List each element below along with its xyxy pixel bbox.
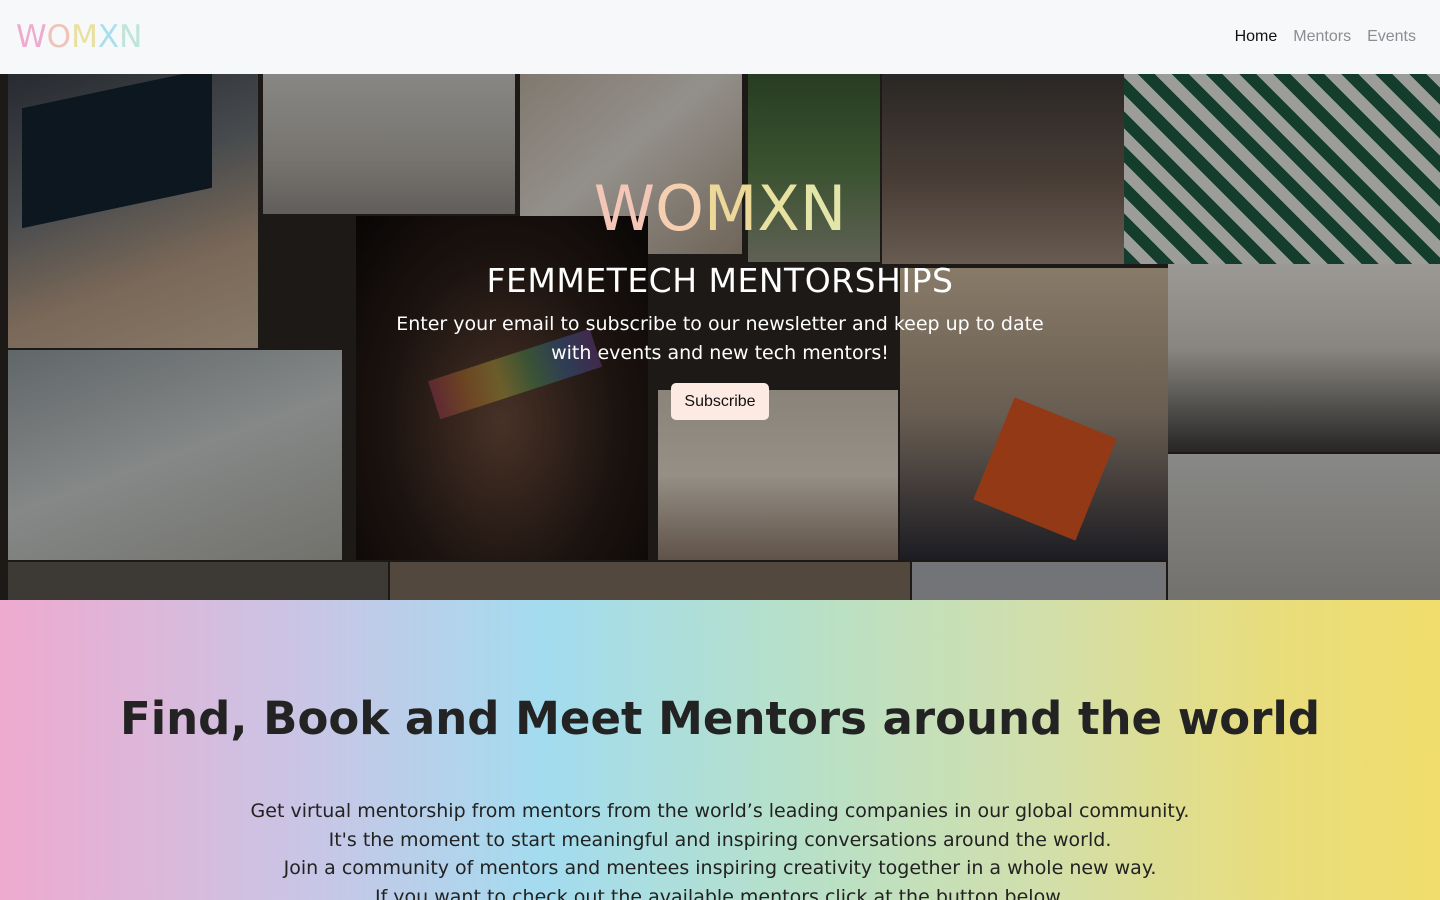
find-line: Join a community of mentors and mentees … <box>283 857 1157 879</box>
brand-logo[interactable]: WOMXN <box>16 18 143 55</box>
nav-link-home[interactable]: Home <box>1235 28 1278 46</box>
hero-description: Enter your email to subscribe to our new… <box>396 313 1044 364</box>
nav-link-mentors[interactable]: Mentors <box>1293 28 1351 46</box>
find-body: Get virtual mentorship from mentors from… <box>0 797 1440 900</box>
nav-links: Home Mentors Events <box>1235 28 1416 46</box>
subscribe-button[interactable]: Subscribe <box>671 383 769 420</box>
brand-letter: O <box>46 18 72 55</box>
hero-logo-letter: W <box>593 172 656 245</box>
hero-logo-letter: X <box>757 172 800 245</box>
hero-section: WOMXN FEMMETECH MENTORSHIPS Enter your e… <box>0 74 1440 600</box>
brand-letter: N <box>119 18 143 55</box>
brand-letter: M <box>71 18 98 55</box>
hero-logo-letter: N <box>799 172 847 245</box>
brand-letter: X <box>97 18 120 55</box>
find-mentors-section: Find, Book and Meet Mentors around the w… <box>0 600 1440 900</box>
hero-logo: WOMXN <box>0 178 1440 240</box>
find-line: Get virtual mentorship from mentors from… <box>250 800 1190 822</box>
hero-logo-letter: O <box>655 172 704 245</box>
find-title: Find, Book and Meet Mentors around the w… <box>119 692 1321 745</box>
nav-link-events[interactable]: Events <box>1367 28 1416 46</box>
hero-logo-letter: M <box>703 172 758 245</box>
hero-content: WOMXN FEMMETECH MENTORSHIPS Enter your e… <box>0 74 1440 600</box>
find-line: It's the moment to start meaningful and … <box>328 828 1112 851</box>
hero-title: FEMMETECH MENTORSHIPS <box>486 261 954 300</box>
find-line: If you want to check out the available m… <box>374 885 1066 900</box>
brand-letter: W <box>16 18 47 55</box>
navbar: WOMXN Home Mentors Events <box>0 0 1440 74</box>
